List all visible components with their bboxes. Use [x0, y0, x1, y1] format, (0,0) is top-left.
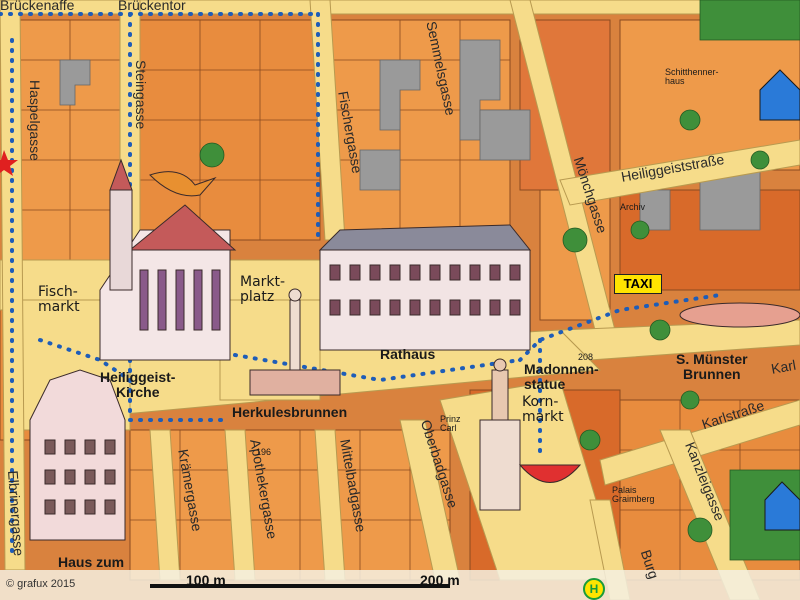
label-schitthennerhaus: Schitthenner- haus: [665, 67, 719, 87]
label-kornmarkt[interactable]: Korn- markt: [522, 395, 564, 425]
label-prinz-carl: Prinz Carl: [440, 414, 461, 434]
label-archiv: Archiv: [620, 202, 646, 212]
label-haus-zum[interactable]: Haus zum: [58, 555, 124, 570]
label-herkulesbrunnen[interactable]: Herkulesbrunnen: [232, 405, 347, 420]
label-rathaus[interactable]: Rathaus: [380, 347, 435, 362]
fountain-basin-icon: [679, 302, 800, 328]
label-heiliggeist-kirche[interactable]: Heiliggeist- Kirche: [100, 370, 175, 400]
label-madonnenstatue[interactable]: Madonnen- statue: [524, 362, 599, 392]
house-number-196: 196: [256, 447, 272, 457]
map-base: [0, 0, 800, 600]
copyright: © grafux 2015: [6, 578, 76, 590]
bus-stop-icon[interactable]: H: [583, 578, 605, 600]
label-fischmarkt[interactable]: Fisch- markt: [38, 285, 80, 315]
street-haspelgasse: Haspelgasse: [27, 80, 43, 161]
taxi-sign[interactable]: TAXI: [614, 274, 662, 294]
label-marktplatz[interactable]: Markt- platz: [240, 275, 285, 305]
label-palais-graimberg: Palais Graimberg: [612, 485, 655, 505]
rathaus-icon: [318, 224, 532, 351]
scale-label-200m: 200 m: [420, 572, 460, 588]
street-brueckenaffe: Brückenaffe: [0, 0, 75, 13]
house-number-208: 208: [578, 352, 594, 362]
street-steingasse: Steingasse: [133, 60, 149, 130]
street-brueckentor: Brückentor: [118, 0, 186, 13]
label-s-muenster-brunnen[interactable]: S. Münster Brunnen: [676, 352, 748, 382]
city-map[interactable]: Brückentor Brückenaffe Steingasse Haspel…: [0, 0, 800, 600]
scale-label-100m: 100 m: [186, 572, 226, 588]
